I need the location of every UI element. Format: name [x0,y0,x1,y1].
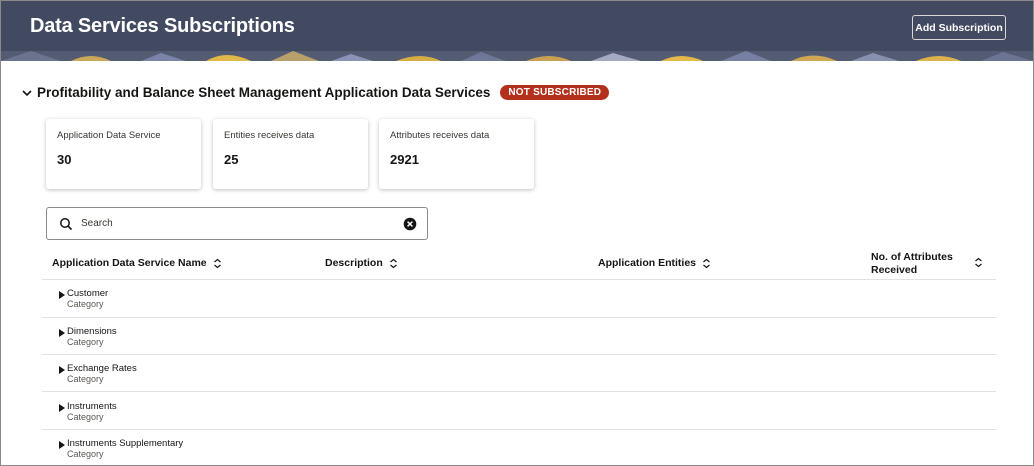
column-label: No. of Attributes Received [871,251,953,276]
page-header: Data Services Subscriptions Add Subscrip… [1,1,1033,61]
metric-label: Attributes receives data [390,130,490,141]
section-header: Profitability and Balance Sheet Manageme… [21,85,610,100]
row-type: Category [67,412,104,422]
row-name: Dimensions [67,326,117,337]
column-header-description[interactable]: Description [325,257,398,269]
metric-value: 25 [224,152,239,167]
metric-value: 2921 [390,152,419,167]
row-type: Category [67,299,104,309]
column-header-name[interactable]: Application Data Service Name [52,257,222,269]
row-divider [42,279,996,280]
metric-label: Entities receives data [224,130,315,141]
search-placeholder: Search [81,218,113,229]
row-name: Instruments [67,401,117,412]
sort-icon[interactable] [213,258,222,269]
caret-right-icon[interactable] [59,404,65,412]
add-subscription-button[interactable]: Add Subscription [912,15,1006,40]
row-divider [42,391,996,392]
caret-right-icon[interactable] [59,329,65,337]
metric-value: 30 [57,152,72,167]
metric-card-attributes: Attributes receives data 2921 [379,119,534,189]
column-label: Application Entities [598,257,697,269]
sort-icon[interactable] [389,258,398,269]
search-icon [60,218,73,231]
column-label: Description [325,257,383,269]
row-name: Exchange Rates [67,363,137,374]
row-divider [42,317,996,318]
row-type: Category [67,449,104,459]
row-divider [42,429,996,430]
caret-right-icon[interactable] [59,291,65,299]
row-name: Customer [67,288,109,299]
sort-icon[interactable] [702,258,711,269]
row-divider [42,354,996,355]
column-header-attributes[interactable]: No. of Attributes Received [871,251,986,277]
banner-pattern [1,51,1033,61]
column-label: Application Data Service Name [52,257,207,269]
page-frame: Data Services Subscriptions Add Subscrip… [0,0,1034,466]
column-header-entities[interactable]: Application Entities [598,257,711,269]
clear-icon[interactable] [403,217,417,231]
row-type: Category [67,337,104,347]
search-input[interactable]: Search [46,207,428,240]
caret-right-icon[interactable] [59,441,65,449]
metric-card-entities: Entities receives data 25 [213,119,368,189]
metric-card-application-data-service: Application Data Service 30 [46,119,201,189]
row-name: Instruments Supplementary [67,438,184,449]
status-badge: NOT SUBSCRIBED [500,85,610,100]
row-type: Category [67,374,104,384]
chevron-down-icon[interactable] [21,87,33,99]
caret-right-icon[interactable] [59,366,65,374]
page-title: Data Services Subscriptions [30,15,295,37]
metric-label: Application Data Service [57,130,161,141]
sort-icon[interactable] [974,257,983,268]
section-title: Profitability and Balance Sheet Manageme… [37,85,491,100]
